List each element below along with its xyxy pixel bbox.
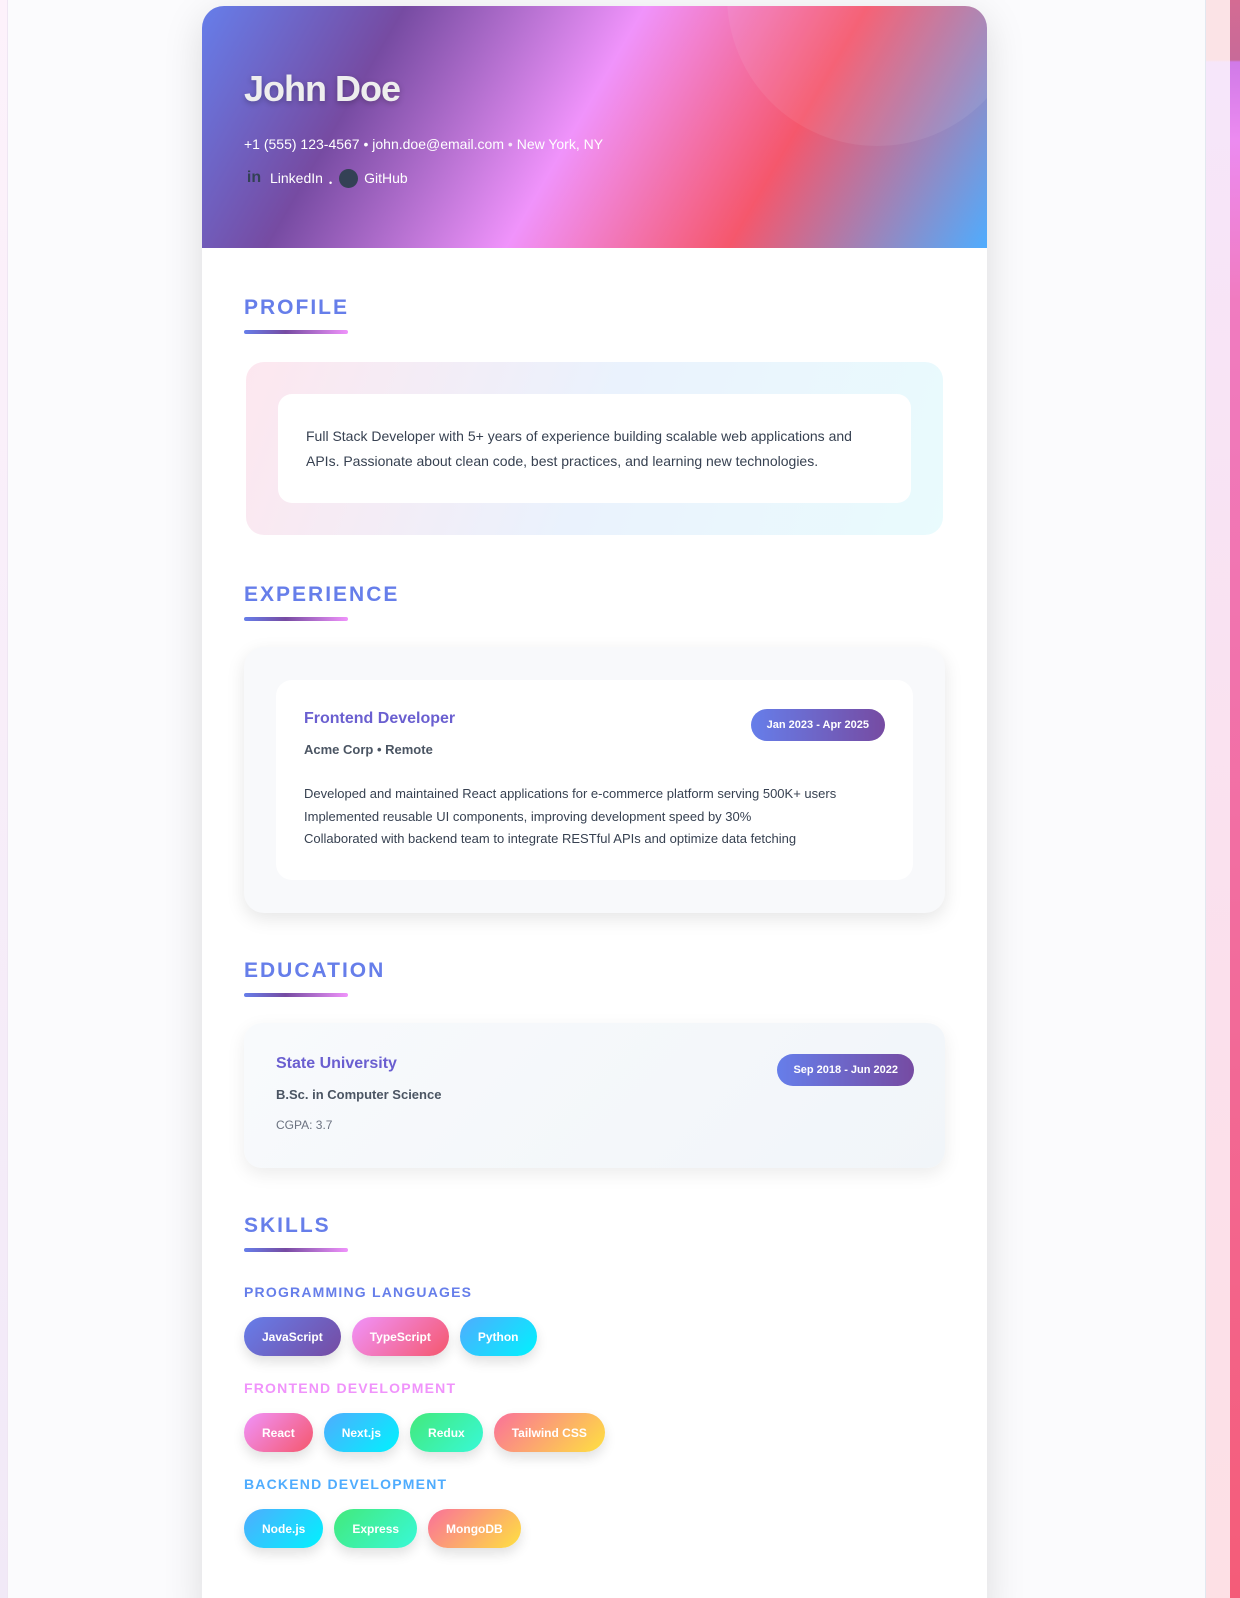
- job-bullet: Implemented reusable UI components, impr…: [304, 808, 752, 824]
- job-company: Acme Corp • Remote: [304, 742, 433, 757]
- location: New York, NY: [516, 136, 604, 152]
- experience-item: Frontend Developer Acme Corp • Remote Ja…: [276, 680, 913, 880]
- skill-tag: MongoDB: [428, 1509, 521, 1548]
- skill-tag: TypeScript: [351, 1317, 449, 1356]
- skill-tags: React Next.js Redux Tailwind CSS: [244, 1413, 945, 1452]
- email[interactable]: john.doe@email.com: [372, 136, 504, 152]
- profile-box: Full Stack Developer with 5+ years of ex…: [246, 362, 943, 535]
- degree: B.Sc. in Computer Science: [276, 1087, 442, 1102]
- separator: •: [363, 136, 369, 152]
- job-bullet: Developed and maintained React applicati…: [304, 786, 837, 801]
- skill-tag: React: [244, 1413, 313, 1452]
- section-title-experience: EXPERIENCE: [244, 583, 400, 606]
- gpa: CGPA: 3.7: [276, 1118, 333, 1132]
- skill-tag: Node.js: [244, 1509, 324, 1548]
- skill-tags: Node.js Express MongoDB: [244, 1509, 945, 1548]
- section-underline: [244, 993, 348, 997]
- section-title-skills: SKILLS: [244, 1214, 331, 1237]
- window-left-edge: [0, 0, 8, 1598]
- decorative-circle: [727, 6, 987, 146]
- section-underline: [244, 617, 348, 621]
- job-description: Developed and maintained React applicati…: [304, 783, 885, 851]
- github-icon: [338, 168, 358, 188]
- skill-category-programming: PROGRAMMING LANGUAGES: [244, 1284, 473, 1300]
- job-bullet: Collaborated with backend team to integr…: [304, 831, 797, 846]
- section-title-profile: PROFILE: [244, 296, 350, 319]
- skill-tag: Redux: [410, 1413, 483, 1452]
- linkedin-icon: in: [246, 169, 262, 186]
- profile-summary: Full Stack Developer with 5+ years of ex…: [278, 394, 911, 503]
- social-links: in LinkedIn • GitHub: [244, 168, 945, 188]
- resume-card: John Doe +1 (555) 123-4567 • john.doe@em…: [202, 6, 987, 1598]
- resume-header: John Doe +1 (555) 123-4567 • john.doe@em…: [202, 6, 987, 248]
- phone[interactable]: +1 (555) 123-4567: [244, 136, 360, 152]
- date-badge: Jan 2023 - Apr 2025: [750, 709, 885, 741]
- linkedin-link[interactable]: LinkedIn: [270, 170, 323, 186]
- skill-tag: Python: [459, 1317, 537, 1356]
- side-panel: [1205, 0, 1230, 1598]
- experience-card: Frontend Developer Acme Corp • Remote Ja…: [244, 647, 945, 913]
- skill-tag: Tailwind CSS: [493, 1413, 605, 1452]
- section-underline: [244, 330, 348, 334]
- section-title-education: EDUCATION: [244, 959, 386, 982]
- skill-tag: JavaScript: [244, 1317, 341, 1356]
- skill-category-frontend: FRONTEND DEVELOPMENT: [244, 1380, 457, 1396]
- skill-tags: JavaScript TypeScript Python: [244, 1317, 945, 1356]
- github-link[interactable]: GitHub: [364, 170, 408, 186]
- separator: •: [507, 136, 513, 152]
- skill-tag: Next.js: [323, 1413, 400, 1452]
- education-card: State University B.Sc. in Computer Scien…: [244, 1023, 945, 1168]
- date-badge: Sep 2018 - Jun 2022: [777, 1054, 914, 1086]
- skill-category-backend: BACKEND DEVELOPMENT: [244, 1476, 448, 1492]
- skill-tag: Express: [334, 1509, 418, 1548]
- separator: •: [328, 178, 333, 188]
- scrollbar[interactable]: [1230, 0, 1240, 1598]
